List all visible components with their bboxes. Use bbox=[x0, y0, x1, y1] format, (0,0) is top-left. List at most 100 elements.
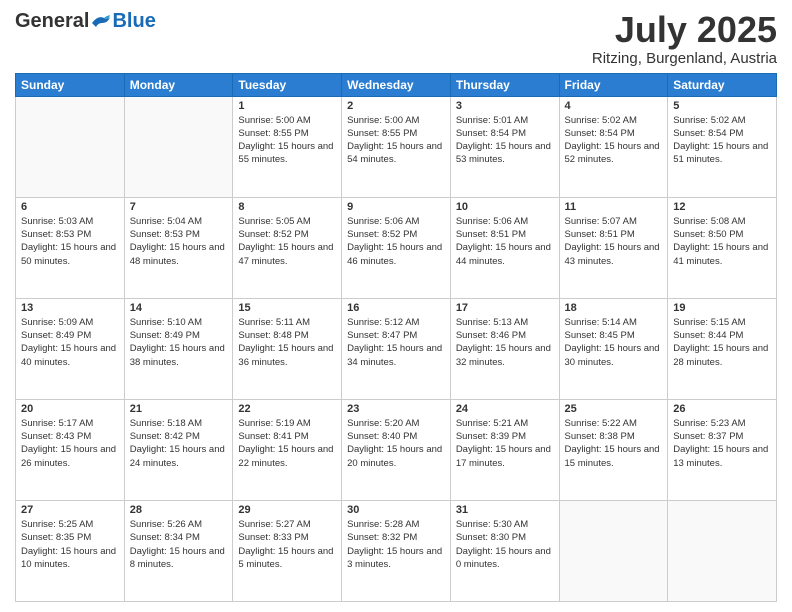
calendar-cell: 2 Sunrise: 5:00 AMSunset: 8:55 PMDaylight… bbox=[342, 96, 451, 197]
day-number: 27 bbox=[21, 504, 119, 516]
header-tuesday: Tuesday bbox=[233, 73, 342, 96]
day-info: Sunrise: 5:04 AMSunset: 8:53 PMDaylight:… bbox=[130, 215, 228, 268]
day-number: 17 bbox=[456, 302, 554, 314]
calendar-cell: 21Sunrise: 5:18 AMSunset: 8:42 PMDayligh… bbox=[124, 399, 233, 500]
page: General Blue July 2025 Ritzing, Burgenla… bbox=[0, 0, 792, 612]
day-info: Sunrise: 5:17 AMSunset: 8:43 PMDaylight:… bbox=[21, 417, 119, 470]
calendar-cell bbox=[559, 500, 668, 601]
day-number: 28 bbox=[130, 504, 228, 516]
day-number: 26 bbox=[673, 403, 771, 415]
day-number: 10 bbox=[456, 201, 554, 213]
day-info: Sunrise: 5:02 AMSunset: 8:54 PMDaylight:… bbox=[673, 114, 771, 167]
day-number: 30 bbox=[347, 504, 445, 516]
day-info: Sunrise: 5:02 AMSunset: 8:54 PMDaylight:… bbox=[565, 114, 663, 167]
calendar-cell: 22 Sunrise: 5:19 AMSunset: 8:41 PMDayligh… bbox=[233, 399, 342, 500]
calendar-header-row: Sunday Monday Tuesday Wednesday Thursday… bbox=[16, 73, 777, 96]
day-number: 6 bbox=[21, 201, 119, 213]
calendar-cell: 4 Sunrise: 5:02 AMSunset: 8:54 PMDaylight… bbox=[559, 96, 668, 197]
day-number: 7 bbox=[130, 201, 228, 213]
calendar-cell: 19 Sunrise: 5:15 AMSunset: 8:44 PMDayligh… bbox=[668, 298, 777, 399]
calendar-cell: 1Sunrise: 5:00 AMSunset: 8:55 PMDaylight… bbox=[233, 96, 342, 197]
calendar-cell bbox=[124, 96, 233, 197]
day-number: 1 bbox=[238, 100, 336, 112]
day-number: 29 bbox=[238, 504, 336, 516]
calendar-cell: 24Sunrise: 5:21 AMSunset: 8:39 PMDayligh… bbox=[450, 399, 559, 500]
day-number: 21 bbox=[130, 403, 228, 415]
calendar-cell bbox=[16, 96, 125, 197]
day-number: 18 bbox=[565, 302, 663, 314]
calendar-cell: 25Sunrise: 5:22 AMSunset: 8:38 PMDayligh… bbox=[559, 399, 668, 500]
calendar-cell: 12Sunrise: 5:08 AMSunset: 8:50 PMDayligh… bbox=[668, 197, 777, 298]
day-number: 2 bbox=[347, 100, 445, 112]
day-info: Sunrise: 5:25 AMSunset: 8:35 PMDaylight:… bbox=[21, 518, 119, 571]
day-number: 23 bbox=[347, 403, 445, 415]
day-info: Sunrise: 5:15 AMSunset: 8:44 PMDaylight:… bbox=[673, 316, 771, 369]
day-info: Sunrise: 5:20 AMSunset: 8:40 PMDaylight:… bbox=[347, 417, 445, 470]
day-info: Sunrise: 5:12 AMSunset: 8:47 PMDaylight:… bbox=[347, 316, 445, 369]
day-info: Sunrise: 5:01 AMSunset: 8:54 PMDaylight:… bbox=[456, 114, 554, 167]
day-number: 4 bbox=[565, 100, 663, 112]
day-info: Sunrise: 5:23 AMSunset: 8:37 PMDaylight:… bbox=[673, 417, 771, 470]
header-sunday: Sunday bbox=[16, 73, 125, 96]
calendar-cell: 27 Sunrise: 5:25 AMSunset: 8:35 PMDayligh… bbox=[16, 500, 125, 601]
calendar-cell: 20Sunrise: 5:17 AMSunset: 8:43 PMDayligh… bbox=[16, 399, 125, 500]
day-info: Sunrise: 5:00 AMSunset: 8:55 PMDaylight:… bbox=[347, 114, 445, 167]
calendar-cell: 5 Sunrise: 5:02 AMSunset: 8:54 PMDaylight… bbox=[668, 96, 777, 197]
calendar-week-row: 6Sunrise: 5:03 AMSunset: 8:53 PMDaylight… bbox=[16, 197, 777, 298]
day-info: Sunrise: 5:13 AMSunset: 8:46 PMDaylight:… bbox=[456, 316, 554, 369]
calendar-cell: 13Sunrise: 5:09 AMSunset: 8:49 PMDayligh… bbox=[16, 298, 125, 399]
header-wednesday: Wednesday bbox=[342, 73, 451, 96]
day-number: 14 bbox=[130, 302, 228, 314]
calendar-cell: 6Sunrise: 5:03 AMSunset: 8:53 PMDaylight… bbox=[16, 197, 125, 298]
calendar-cell: 17 Sunrise: 5:13 AMSunset: 8:46 PMDayligh… bbox=[450, 298, 559, 399]
day-number: 31 bbox=[456, 504, 554, 516]
calendar-cell: 18Sunrise: 5:14 AMSunset: 8:45 PMDayligh… bbox=[559, 298, 668, 399]
calendar-cell: 8Sunrise: 5:05 AMSunset: 8:52 PMDaylight… bbox=[233, 197, 342, 298]
calendar-cell: 7 Sunrise: 5:04 AMSunset: 8:53 PMDaylight… bbox=[124, 197, 233, 298]
calendar-cell: 15Sunrise: 5:11 AMSunset: 8:48 PMDayligh… bbox=[233, 298, 342, 399]
calendar-cell: 30 Sunrise: 5:28 AMSunset: 8:32 PMDayligh… bbox=[342, 500, 451, 601]
calendar-table: Sunday Monday Tuesday Wednesday Thursday… bbox=[15, 73, 777, 602]
calendar-cell bbox=[668, 500, 777, 601]
day-number: 22 bbox=[238, 403, 336, 415]
day-info: Sunrise: 5:28 AMSunset: 8:32 PMDaylight:… bbox=[347, 518, 445, 571]
calendar-week-row: 27 Sunrise: 5:25 AMSunset: 8:35 PMDayligh… bbox=[16, 500, 777, 601]
header-thursday: Thursday bbox=[450, 73, 559, 96]
day-number: 25 bbox=[565, 403, 663, 415]
calendar-cell: 14Sunrise: 5:10 AMSunset: 8:49 PMDayligh… bbox=[124, 298, 233, 399]
day-info: Sunrise: 5:08 AMSunset: 8:50 PMDaylight:… bbox=[673, 215, 771, 268]
day-number: 3 bbox=[456, 100, 554, 112]
calendar-cell: 3 Sunrise: 5:01 AMSunset: 8:54 PMDaylight… bbox=[450, 96, 559, 197]
calendar-cell: 29Sunrise: 5:27 AMSunset: 8:33 PMDayligh… bbox=[233, 500, 342, 601]
calendar-cell: 23 Sunrise: 5:20 AMSunset: 8:40 PMDayligh… bbox=[342, 399, 451, 500]
calendar-cell: 9 Sunrise: 5:06 AMSunset: 8:52 PMDaylight… bbox=[342, 197, 451, 298]
day-info: Sunrise: 5:07 AMSunset: 8:51 PMDaylight:… bbox=[565, 215, 663, 268]
calendar-cell: 31Sunrise: 5:30 AMSunset: 8:30 PMDayligh… bbox=[450, 500, 559, 601]
calendar-week-row: 20Sunrise: 5:17 AMSunset: 8:43 PMDayligh… bbox=[16, 399, 777, 500]
header-saturday: Saturday bbox=[668, 73, 777, 96]
day-number: 8 bbox=[238, 201, 336, 213]
header: General Blue July 2025 Ritzing, Burgenla… bbox=[15, 10, 777, 67]
day-info: Sunrise: 5:19 AMSunset: 8:41 PMDaylight:… bbox=[238, 417, 336, 470]
day-number: 9 bbox=[347, 201, 445, 213]
calendar-cell: 28 Sunrise: 5:26 AMSunset: 8:34 PMDayligh… bbox=[124, 500, 233, 601]
day-number: 5 bbox=[673, 100, 771, 112]
header-friday: Friday bbox=[559, 73, 668, 96]
month-title: July 2025 bbox=[592, 10, 777, 50]
logo-blue-text: Blue bbox=[112, 10, 155, 33]
calendar-cell: 26 Sunrise: 5:23 AMSunset: 8:37 PMDayligh… bbox=[668, 399, 777, 500]
header-monday: Monday bbox=[124, 73, 233, 96]
day-info: Sunrise: 5:06 AMSunset: 8:51 PMDaylight:… bbox=[456, 215, 554, 268]
day-info: Sunrise: 5:26 AMSunset: 8:34 PMDaylight:… bbox=[130, 518, 228, 571]
calendar-week-row: 13Sunrise: 5:09 AMSunset: 8:49 PMDayligh… bbox=[16, 298, 777, 399]
day-number: 11 bbox=[565, 201, 663, 213]
logo-general-text: General bbox=[15, 10, 89, 33]
day-info: Sunrise: 5:11 AMSunset: 8:48 PMDaylight:… bbox=[238, 316, 336, 369]
location-subtitle: Ritzing, Burgenland, Austria bbox=[592, 50, 777, 67]
day-info: Sunrise: 5:06 AMSunset: 8:52 PMDaylight:… bbox=[347, 215, 445, 268]
title-block: July 2025 Ritzing, Burgenland, Austria bbox=[592, 10, 777, 67]
calendar-cell: 10 Sunrise: 5:06 AMSunset: 8:51 PMDayligh… bbox=[450, 197, 559, 298]
day-info: Sunrise: 5:09 AMSunset: 8:49 PMDaylight:… bbox=[21, 316, 119, 369]
calendar-week-row: 1 Sunrise: 5:00 AMSunset: 8:55 PMDaylight… bbox=[16, 96, 777, 197]
day-number: 19 bbox=[673, 302, 771, 314]
